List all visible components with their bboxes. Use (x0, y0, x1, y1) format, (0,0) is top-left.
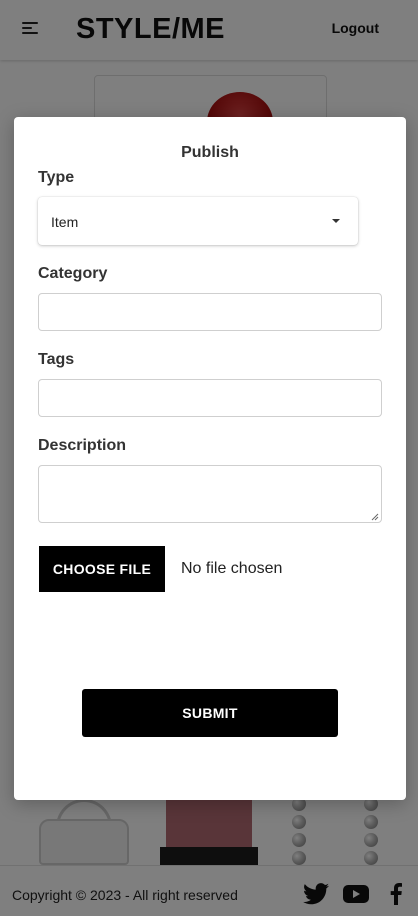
type-label: Type (38, 169, 75, 186)
description-label: Description (38, 437, 127, 454)
type-select[interactable]: Item (38, 197, 358, 245)
tags-input[interactable] (38, 379, 382, 417)
description-textarea[interactable] (38, 465, 382, 523)
category-input[interactable] (38, 293, 382, 331)
resize-grip-icon[interactable] (371, 513, 379, 521)
submit-button[interactable]: SUBMIT (82, 689, 338, 737)
publish-modal: Publish Type Item Category Tags Descript… (14, 117, 406, 800)
modal-title: Publish (181, 144, 239, 161)
tags-label: Tags (38, 351, 75, 368)
caret-down-icon (332, 219, 340, 223)
category-label: Category (38, 265, 108, 282)
file-status-text: No file chosen (181, 560, 283, 577)
choose-file-button[interactable]: CHOOSE FILE (39, 546, 165, 592)
type-select-value: Item (51, 214, 79, 230)
